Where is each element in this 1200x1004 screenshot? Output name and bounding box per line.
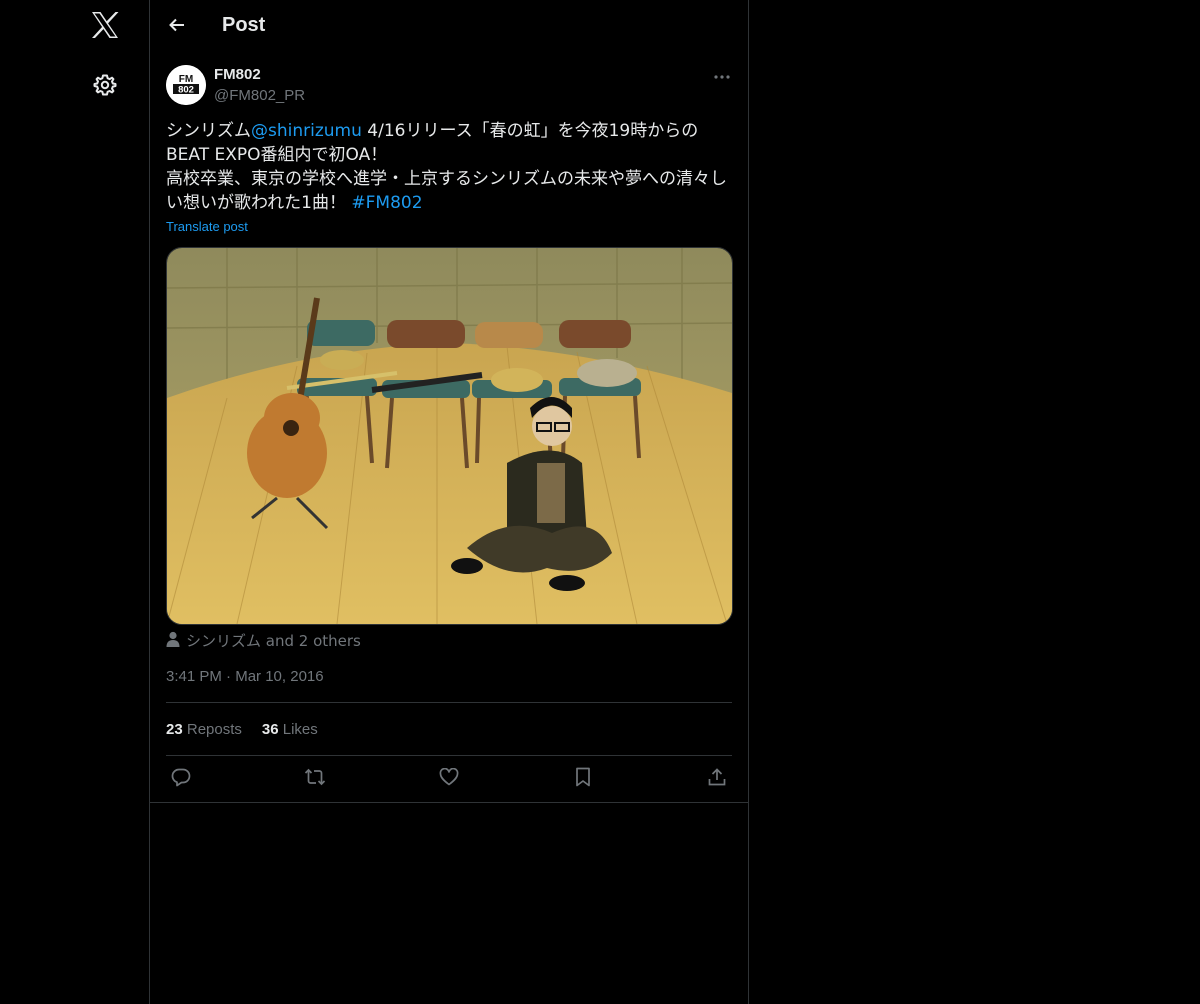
svg-text:FM: FM — [179, 74, 193, 85]
svg-text:802: 802 — [178, 85, 194, 96]
page-title: Post — [222, 14, 266, 36]
x-logo-button[interactable] — [81, 3, 129, 51]
divider — [166, 702, 732, 703]
translate-post-link[interactable]: Translate post — [166, 219, 248, 234]
author-handle[interactable]: @FM802_PR — [214, 87, 305, 104]
arrow-left-icon — [168, 16, 186, 39]
likes-stat[interactable]: 36 Likes — [262, 721, 318, 738]
more-options-button[interactable] — [708, 62, 736, 90]
page-header: Post — [150, 0, 748, 53]
post-text: シンリズム@shinrizumu 4/16リリース「春の虹」を今夜19時からのB… — [166, 119, 732, 215]
post-date: Mar 10, 2016 — [235, 668, 324, 685]
repost-button[interactable] — [300, 764, 330, 794]
left-navigation — [0, 0, 149, 1004]
bookmark-icon — [575, 767, 591, 792]
hashtag-link[interactable]: #FM802 — [351, 193, 422, 213]
post-text-part: シンリズム — [166, 121, 251, 141]
post-action-bar — [166, 764, 732, 794]
share-icon — [707, 767, 727, 792]
post-image[interactable] — [166, 247, 733, 625]
share-button[interactable] — [702, 764, 732, 794]
tagged-users[interactable]: シンリズム and 2 others — [166, 630, 361, 651]
main-column: Post FM 802 FM802 @FM802_PR シンリズム@shinri… — [149, 0, 749, 1004]
likes-count: 36 — [261, 721, 279, 738]
person-icon — [166, 631, 180, 651]
like-icon — [439, 767, 459, 791]
back-button[interactable] — [160, 10, 194, 44]
reply-icon — [171, 767, 191, 792]
post-stats: 23 Reposts 36 Likes — [166, 721, 318, 738]
like-button[interactable] — [434, 764, 464, 794]
reply-button[interactable] — [166, 764, 196, 794]
mention-link[interactable]: @shinrizumu — [251, 121, 362, 141]
gear-icon — [93, 73, 117, 102]
section-divider — [150, 802, 748, 803]
repost-icon — [304, 767, 326, 792]
likes-label: Likes — [282, 721, 318, 738]
author-name[interactable]: FM802 — [214, 66, 261, 83]
reposts-stat[interactable]: 23 Reposts — [166, 721, 242, 738]
reposts-label: Reposts — [186, 721, 242, 738]
post-timestamp[interactable]: 3:41 PM · Mar 10, 2016 — [166, 668, 324, 685]
post-time: 3:41 PM — [166, 668, 222, 685]
more-horizontal-icon — [713, 67, 731, 85]
divider — [166, 755, 732, 756]
date-separator: · — [226, 668, 232, 685]
x-logo-icon — [91, 11, 119, 43]
reposts-count: 23 — [166, 721, 183, 738]
tagged-users-label: シンリズム and 2 others — [186, 632, 361, 650]
settings-button[interactable] — [81, 63, 129, 111]
post-text-part: 高校卒業、東京の学校へ進学・上京するシンリズムの未来や夢への清々しい想いが歌われ… — [166, 169, 727, 213]
bookmark-button[interactable] — [568, 764, 598, 794]
avatar[interactable]: FM 802 — [166, 65, 206, 105]
